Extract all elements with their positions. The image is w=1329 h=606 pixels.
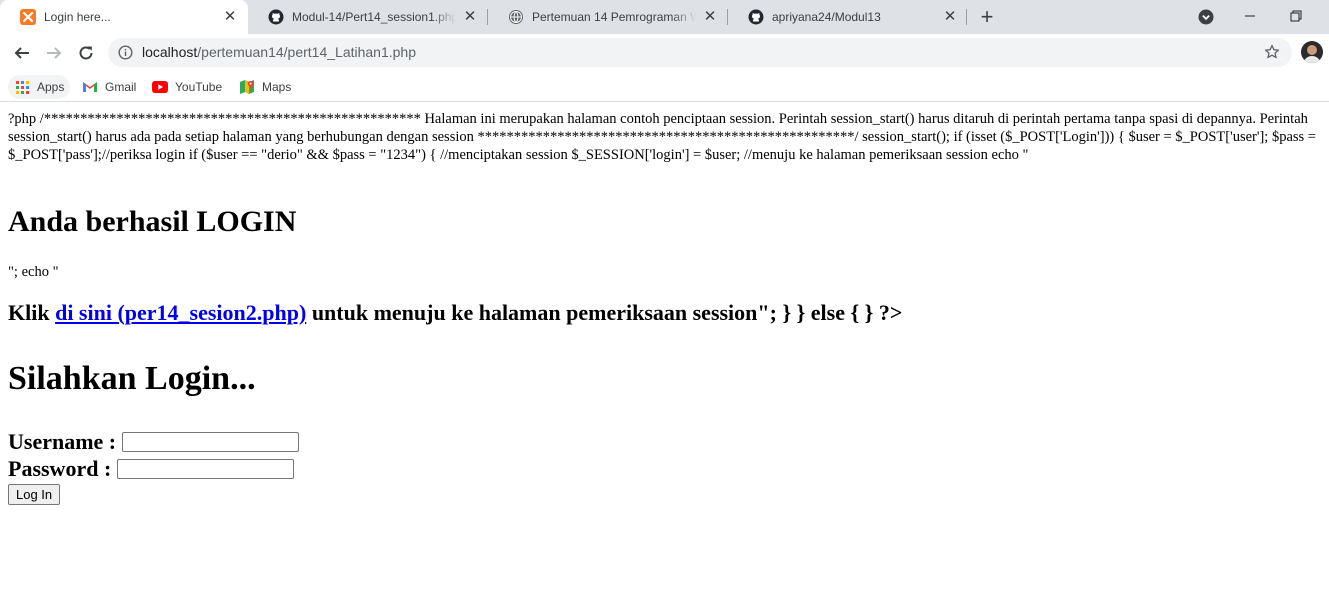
close-tab-icon[interactable]: ✕ — [942, 9, 958, 25]
password-label: Password : — [8, 456, 112, 481]
close-tab-icon[interactable]: ✕ — [702, 9, 718, 25]
tab-separator — [966, 9, 967, 25]
username-input[interactable] — [122, 431, 300, 452]
youtube-icon — [152, 79, 168, 95]
bookmark-label: Gmail — [105, 80, 137, 94]
tab-github-modul14[interactable]: Modul-14/Pert14_session1.php at main ✕ — [248, 0, 488, 34]
avatar-body — [1303, 56, 1321, 63]
tab-title: Pertemuan 14 Pemrograman Web — [532, 10, 696, 24]
bookmark-apps[interactable]: Apps — [8, 75, 71, 99]
github-icon — [268, 9, 284, 25]
username-row: Username : — [8, 428, 300, 455]
password-input[interactable] — [117, 458, 295, 479]
success-heading: Anda berhasil LOGIN — [8, 205, 297, 238]
globe-icon — [508, 9, 524, 25]
tab-login[interactable]: Login here... ✕ — [0, 0, 248, 34]
maps-icon — [239, 79, 255, 95]
echo-text: "; echo " — [8, 264, 59, 280]
close-tab-icon[interactable]: ✕ — [462, 9, 478, 25]
reload-icon[interactable] — [72, 39, 100, 67]
restore-icon[interactable] — [1286, 6, 1306, 26]
gmail-icon — [82, 79, 98, 95]
bookmark-maps[interactable]: Maps — [239, 75, 291, 99]
bookmarks-bar: Apps Gmail YouTube Maps — [0, 71, 1329, 102]
avatar-face — [1307, 45, 1317, 55]
close-tab-icon[interactable]: ✕ — [222, 9, 238, 25]
password-row: Password : — [8, 455, 299, 482]
address-bar[interactable]: localhost/pertemuan14/pert14_Latihan1.ph… — [108, 38, 1292, 67]
tab-github-modul13[interactable]: apriyana24/Modul13 ✕ — [728, 0, 968, 34]
bookmark-youtube[interactable]: YouTube — [152, 75, 222, 99]
klik-heading: Klik di sini (per14_sesion2.php) untuk m… — [8, 299, 902, 327]
php-source-text: ?php /**********************************… — [8, 111, 1316, 163]
forward-arrow-icon[interactable] — [40, 39, 68, 67]
url-host: localhost — [142, 44, 198, 60]
login-button[interactable]: Log In — [8, 484, 61, 505]
bookmark-label: Maps — [262, 80, 292, 94]
login-heading: Silahkan Login... — [8, 360, 256, 397]
apps-grid-icon — [14, 79, 30, 95]
tab-title: apriyana24/Modul13 — [772, 10, 881, 24]
session-check-link[interactable]: di sini (per14_sesion2.php) — [55, 300, 306, 325]
page-content: ?php /**********************************… — [8, 110, 1321, 505]
klik-suffix: untuk menuju ke halaman pemeriksaan sess… — [306, 300, 903, 325]
bookmark-label: Apps — [37, 80, 65, 94]
klik-prefix: Klik — [8, 300, 56, 325]
back-arrow-icon[interactable] — [8, 39, 36, 67]
url-path: /pertemuan14/pert14_Latihan1.php — [197, 44, 416, 60]
info-icon[interactable] — [118, 45, 133, 60]
tab-title: Login here... — [44, 10, 111, 24]
bookmark-label: YouTube — [175, 80, 223, 94]
new-tab-plus-icon[interactable]: + — [976, 6, 998, 28]
tab-strip: Login here... ✕ Modul-14/Pert14_session1… — [0, 0, 1329, 34]
login-form: Username : Password : Log In — [8, 428, 300, 505]
browser-toolbar: localhost/pertemuan14/pert14_Latihan1.ph… — [0, 34, 1329, 71]
tab-search-icon[interactable] — [1198, 9, 1214, 25]
bookmark-star-icon[interactable] — [1264, 44, 1280, 60]
xampp-icon — [20, 9, 36, 25]
minimize-icon[interactable] — [1240, 6, 1260, 26]
tab-title: Modul-14/Pert14_session1.php at main — [292, 10, 456, 24]
tab-pertemuan14[interactable]: Pertemuan 14 Pemrograman Web ✕ — [488, 0, 728, 34]
bookmark-gmail[interactable]: Gmail — [82, 75, 136, 99]
username-label: Username : — [8, 429, 117, 454]
profile-avatar[interactable] — [1301, 41, 1323, 63]
url-text: localhost/pertemuan14/pert14_Latihan1.ph… — [142, 44, 416, 60]
github-icon — [748, 9, 764, 25]
